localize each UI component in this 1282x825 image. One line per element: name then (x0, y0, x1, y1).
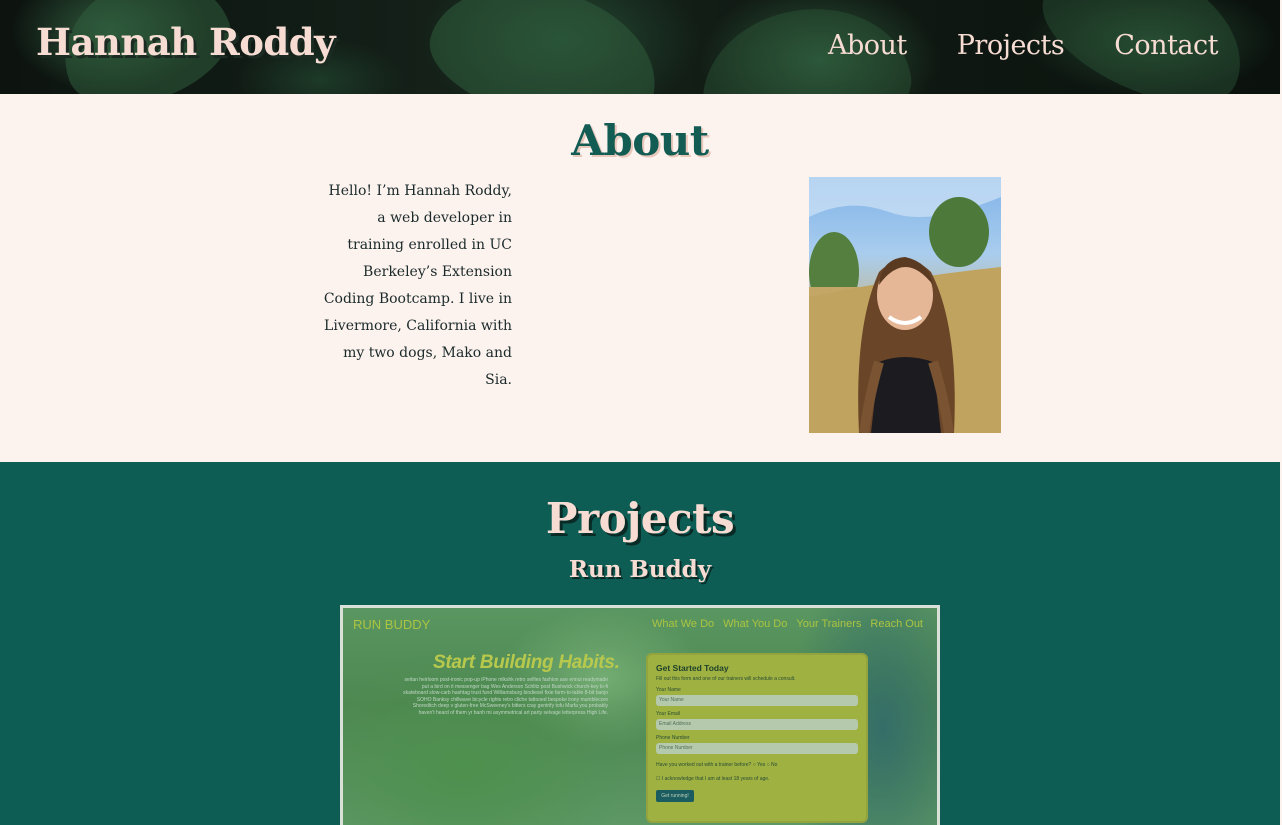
shot-hero-title: Start Building Habits. (433, 652, 620, 673)
shot-form-label: Your Email (656, 711, 680, 717)
nav-contact[interactable]: Contact (1114, 30, 1218, 61)
shot-nav-item: What You Do (723, 618, 788, 630)
shot-form-checkbox-text: I acknowledge that I am at least 18 year… (661, 776, 770, 782)
project-title-run-buddy: Run Buddy (568, 556, 712, 583)
shot-form-no: No (771, 762, 778, 768)
portrait-photo (809, 177, 1001, 433)
main-nav: About Projects Contact (828, 30, 1219, 61)
projects-section: Projects Run Buddy RUN BUDDY What We Do … (0, 462, 1280, 825)
about-section: About Hello! I’m Hannah Roddy, a web dev… (0, 94, 1280, 462)
shot-form-yes: Yes (757, 762, 766, 768)
shot-form-question: Have you worked out with a trainer befor… (656, 762, 858, 768)
shot-nav: What We Do What You Do Your Trainers Rea… (652, 618, 923, 630)
shot-form-checkbox: ☐ I acknowledge that I am at least 18 ye… (656, 776, 858, 782)
projects-title: Projects (545, 494, 735, 543)
run-buddy-screenshot-link[interactable]: RUN BUDDY What We Do What You Do Your Tr… (340, 605, 940, 825)
nav-projects[interactable]: Projects (957, 30, 1065, 61)
shot-nav-item: What We Do (652, 618, 715, 630)
about-text: Hello! I’m Hannah Roddy, a web developer… (323, 183, 512, 388)
shot-form-title: Get Started Today (656, 663, 729, 673)
shot-form-email-input: Email Address (656, 719, 858, 730)
shot-signup-form: Get Started Today Fill out this form and… (646, 653, 868, 823)
shot-nav-item: Reach Out (870, 618, 923, 630)
portrait-illustration (809, 177, 1001, 433)
shot-form-button: Get running! (656, 790, 694, 802)
shot-form-question-text: Have you worked out with a trainer befor… (656, 762, 752, 768)
shot-form-subtitle: Fill out this form and one of our traine… (656, 676, 796, 682)
shot-hero-text: seitan heirloom post-ironic pop-up iPhon… (403, 677, 608, 716)
site-header: Hannah Roddy About Projects Contact (0, 0, 1280, 168)
shot-nav-item: Your Trainers (796, 618, 862, 630)
site-brand: Hannah Roddy (36, 20, 336, 64)
nav-about[interactable]: About (828, 30, 907, 61)
about-title: About (571, 116, 709, 165)
shot-brand: RUN BUDDY (353, 617, 431, 632)
shot-form-label: Phone Number (656, 735, 690, 741)
shot-form-label: Your Name (656, 687, 681, 693)
shot-form-name-input: Your Name (656, 695, 858, 706)
shot-form-phone-input: Phone Number (656, 743, 858, 754)
